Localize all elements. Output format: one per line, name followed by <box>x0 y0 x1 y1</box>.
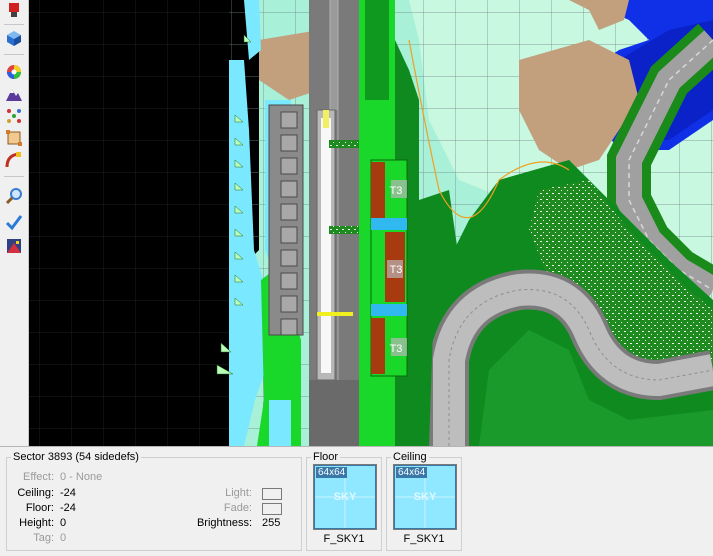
brush-icon <box>9 3 19 17</box>
map-canvas[interactable]: T3 T3 T3 <box>29 0 713 446</box>
points-icon <box>7 109 21 123</box>
ceiling-sky-watermark: SKY <box>413 491 437 503</box>
effect-label: Effect: <box>23 471 54 483</box>
info-panel: Sector 3893 (54 sidedefs) Effect: 0 - No… <box>0 446 713 556</box>
search-icon <box>5 188 22 205</box>
tool-button-search[interactable] <box>4 186 24 206</box>
curve-icon <box>5 152 21 168</box>
brightness-value: 255 <box>262 517 281 529</box>
tool-button-resize[interactable] <box>4 128 24 148</box>
tag-label: Tag: <box>33 532 54 544</box>
tool-button-3d[interactable] <box>4 28 24 48</box>
tag-value: 0 <box>60 532 67 544</box>
floor-texture-name: F_SKY1 <box>323 533 365 545</box>
ceiling-value: -24 <box>60 487 76 499</box>
floor-texture-preview[interactable]: 64x64 SKY <box>313 464 377 530</box>
fade-swatch <box>262 503 282 515</box>
tool-button-curve[interactable] <box>4 150 24 170</box>
ceiling-title: Ceiling <box>393 451 427 463</box>
floor-texture-size: 64x64 <box>316 467 348 478</box>
floor-sky-watermark: SKY <box>333 491 357 503</box>
floor-label: Floor: <box>25 502 54 514</box>
tool-button-points[interactable] <box>4 106 24 126</box>
height-value: 0 <box>60 517 67 529</box>
terrain-icon <box>6 89 22 101</box>
ceiling-texture-size: 64x64 <box>396 467 428 478</box>
floor-title: Floor <box>313 451 339 463</box>
ceiling-texture-preview[interactable]: 64x64 SKY <box>393 464 457 530</box>
sector-title: Sector 3893 (54 sidedefs) <box>13 451 139 463</box>
mode-toolbar <box>0 0 29 446</box>
sector-tag-label: T3 <box>390 185 403 197</box>
height-label: Height: <box>19 517 54 529</box>
tool-button-terrain[interactable] <box>4 84 24 104</box>
image-icon <box>7 239 21 253</box>
tool-button-image[interactable] <box>4 236 24 256</box>
fade-label: Fade: <box>223 502 252 514</box>
light-label: Light: <box>225 487 252 499</box>
tool-button-check[interactable] <box>4 212 24 232</box>
sector-tag-label: T3 <box>390 264 403 276</box>
map-viewport[interactable]: T3 T3 T3 <box>29 0 713 446</box>
effect-value: 0 - None <box>60 471 103 483</box>
sector-tag-label: T3 <box>390 343 403 355</box>
floor-value: -24 <box>60 502 76 514</box>
brightness-label: Brightness: <box>196 517 252 529</box>
checkmark-icon <box>5 215 23 231</box>
ceiling-label: Ceiling: <box>17 487 54 499</box>
tool-button-color[interactable] <box>4 62 24 82</box>
ceiling-texture-name: F_SKY1 <box>403 533 445 545</box>
color-wheel-icon <box>7 65 21 79</box>
resize-icon <box>6 130 22 146</box>
light-swatch <box>262 488 282 500</box>
tool-button-top[interactable] <box>4 0 24 20</box>
mode-3d-icon <box>7 31 21 46</box>
